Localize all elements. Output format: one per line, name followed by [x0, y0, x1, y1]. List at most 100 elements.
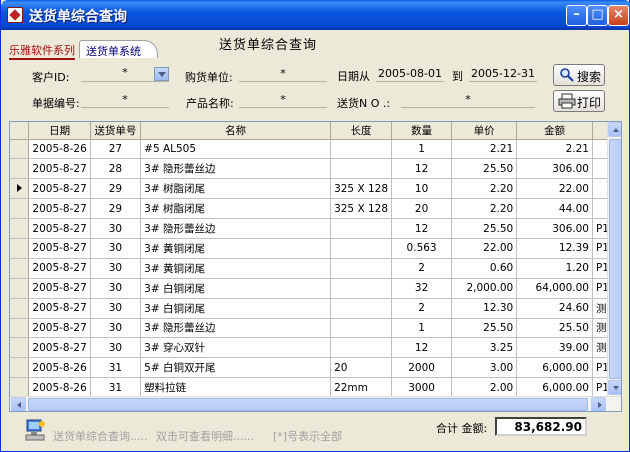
row-indicator[interactable] [10, 357, 30, 379]
cell-date[interactable]: 2005-8-27 [28, 198, 91, 220]
cell-delivery-no[interactable]: 31 [90, 357, 142, 379]
cell-unit-price[interactable]: 3.25 [451, 337, 518, 359]
cell-date[interactable]: 2005-8-27 [28, 178, 91, 200]
cell-date[interactable]: 2005-8-27 [28, 318, 91, 339]
cell-name[interactable]: 3# 白铜闭尾 [140, 278, 332, 299]
cell-date[interactable]: 2005-8-27 [28, 218, 91, 239]
cell-length[interactable] [330, 298, 393, 319]
cell-date[interactable]: 2005-8-27 [28, 337, 91, 359]
cell-amount[interactable]: 64,000.00 [516, 278, 593, 299]
vertical-scroll-thumb[interactable] [609, 139, 621, 379]
table-row[interactable]: 2005-8-27 29 3# 树脂闭尾 325 X 128 20 2.20 44.00 [10, 198, 621, 220]
title-bar[interactable]: 送货单综合查询 – □ × [1, 0, 630, 30]
cell-date[interactable]: 2005-8-27 [28, 258, 91, 279]
row-indicator[interactable] [10, 278, 30, 299]
cell-delivery-no[interactable]: 30 [90, 298, 142, 319]
results-grid[interactable]: 日期 送货单号 名称 长度 数量 单价 金额 2005-8-26 27 #5 AL5… [9, 121, 622, 412]
cell-name[interactable]: 3# 树脂闭尾 [140, 178, 332, 200]
cell-amount[interactable]: 2.21 [516, 139, 593, 160]
cell-delivery-no[interactable]: 30 [90, 337, 142, 359]
table-row[interactable]: 2005-8-27303# 穿心双针123.2539.00测试 [10, 337, 621, 359]
cell-length[interactable]: 325 X 128 [330, 178, 393, 200]
cell-quantity[interactable]: 2 [391, 258, 453, 279]
cell-length[interactable]: 325 X 128 [330, 198, 393, 220]
cell-amount[interactable]: 306.00 [516, 158, 593, 180]
cell-length[interactable] [330, 337, 393, 359]
cell-unit-price[interactable]: 3.00 [451, 357, 518, 379]
row-indicator[interactable] [10, 377, 30, 399]
table-row[interactable]: 2005-8-27 30 3# 白铜闭尾 32 2,000.00 64,000.00 P10 [10, 278, 621, 299]
cell-length[interactable] [330, 238, 393, 259]
row-indicator[interactable] [10, 337, 30, 359]
buyer-input[interactable]: * [239, 67, 327, 82]
header-amount[interactable]: 金额 [516, 122, 593, 140]
cell-amount[interactable]: 39.00 [516, 337, 593, 359]
date-from-input[interactable]: 2005-08-01 [376, 67, 444, 82]
cell-unit-price[interactable]: 25.50 [451, 318, 518, 339]
row-indicator[interactable] [10, 318, 30, 339]
row-indicator[interactable] [10, 198, 30, 220]
cell-delivery-no[interactable]: 30 [90, 238, 142, 259]
header-date[interactable]: 日期 [28, 122, 91, 140]
cell-length[interactable] [330, 139, 393, 160]
scroll-left-icon[interactable] [11, 397, 26, 411]
cell-delivery-no[interactable]: 30 [90, 218, 142, 239]
cell-quantity[interactable]: 12 [391, 158, 453, 180]
cell-delivery-no[interactable]: 27 [90, 139, 142, 160]
date-to-input[interactable]: 2005-12-31 [469, 67, 537, 82]
cell-name[interactable]: #5 AL505 [140, 139, 332, 160]
cell-unit-price[interactable]: 25.50 [451, 218, 518, 239]
cell-quantity[interactable]: 12 [391, 337, 453, 359]
cell-date[interactable]: 2005-8-26 [28, 357, 91, 379]
header-quantity[interactable]: 数量 [391, 122, 453, 140]
header-unit-price[interactable]: 单价 [451, 122, 518, 140]
cell-date[interactable]: 2005-8-26 [28, 139, 91, 160]
minimize-button[interactable]: – [566, 5, 587, 26]
cell-unit-price[interactable]: 25.50 [451, 158, 518, 180]
row-indicator[interactable] [10, 158, 30, 180]
cell-quantity[interactable]: 10 [391, 178, 453, 200]
table-row[interactable]: 2005-8-27 30 3# 黄铜闭尾 2 0.60 1.20 P10 [10, 258, 621, 279]
cell-unit-price[interactable]: 12.30 [451, 298, 518, 319]
cell-quantity[interactable]: 2 [391, 298, 453, 319]
cell-quantity[interactable]: 2000 [391, 357, 453, 379]
cell-quantity[interactable]: 12 [391, 218, 453, 239]
table-row[interactable]: 2005-8-27 30 3# 隐形蕾丝边 12 25.50 306.00 P10 [10, 218, 621, 239]
cell-delivery-no[interactable]: 28 [90, 158, 142, 180]
horizontal-scroll-thumb[interactable] [28, 398, 588, 411]
cell-quantity[interactable]: 1 [391, 318, 453, 339]
cell-length[interactable] [330, 278, 393, 299]
cell-unit-price[interactable]: 2,000.00 [451, 278, 518, 299]
cell-unit-price[interactable]: 2.20 [451, 198, 518, 220]
cell-delivery-no[interactable]: 29 [90, 178, 142, 200]
table-row[interactable]: 2005-8-27303# 白铜闭尾212.3024.60测试 [10, 298, 621, 319]
cell-name[interactable]: 3# 白铜闭尾 [140, 298, 332, 319]
vertical-scrollbar[interactable] [607, 122, 621, 396]
cell-name[interactable]: 3# 黄铜闭尾 [140, 258, 332, 279]
scroll-down-icon[interactable] [608, 380, 621, 395]
table-row[interactable]: 2005-8-27 28 3# 隐形蕾丝边 12 25.50 306.00 [10, 158, 621, 180]
product-input[interactable]: * [239, 93, 327, 108]
cell-name[interactable]: 3# 树脂闭尾 [140, 198, 332, 220]
cell-length[interactable]: 22mm [330, 377, 393, 399]
cell-delivery-no[interactable]: 30 [90, 258, 142, 279]
header-delivery-no[interactable]: 送货单号 [90, 122, 142, 140]
chevron-down-icon[interactable] [154, 67, 169, 81]
row-indicator[interactable] [10, 218, 30, 239]
horizontal-scrollbar[interactable] [10, 396, 621, 411]
cell-name[interactable]: 3# 隐形蕾丝边 [140, 218, 332, 239]
cell-unit-price[interactable]: 2.00 [451, 377, 518, 399]
print-button[interactable]: 打印 [553, 90, 605, 112]
table-row[interactable]: 2005-8-26 27 #5 AL505 1 2.21 2.21 [10, 139, 621, 160]
cell-length[interactable] [330, 258, 393, 279]
header-length[interactable]: 长度 [330, 122, 393, 140]
table-row[interactable]: 2005-8-27 29 3# 树脂闭尾 325 X 128 10 2.20 22.00 [10, 178, 621, 200]
cell-date[interactable]: 2005-8-26 [28, 377, 91, 399]
cell-name[interactable]: 3# 隐形蕾丝边 [140, 318, 332, 339]
cell-date[interactable]: 2005-8-27 [28, 278, 91, 299]
cell-quantity[interactable]: 20 [391, 198, 453, 220]
cell-date[interactable]: 2005-8-27 [28, 238, 91, 259]
tab-delivery-system[interactable]: 送货单系统 [79, 40, 158, 58]
cell-length[interactable]: 20 [330, 357, 393, 379]
cell-quantity[interactable]: 32 [391, 278, 453, 299]
